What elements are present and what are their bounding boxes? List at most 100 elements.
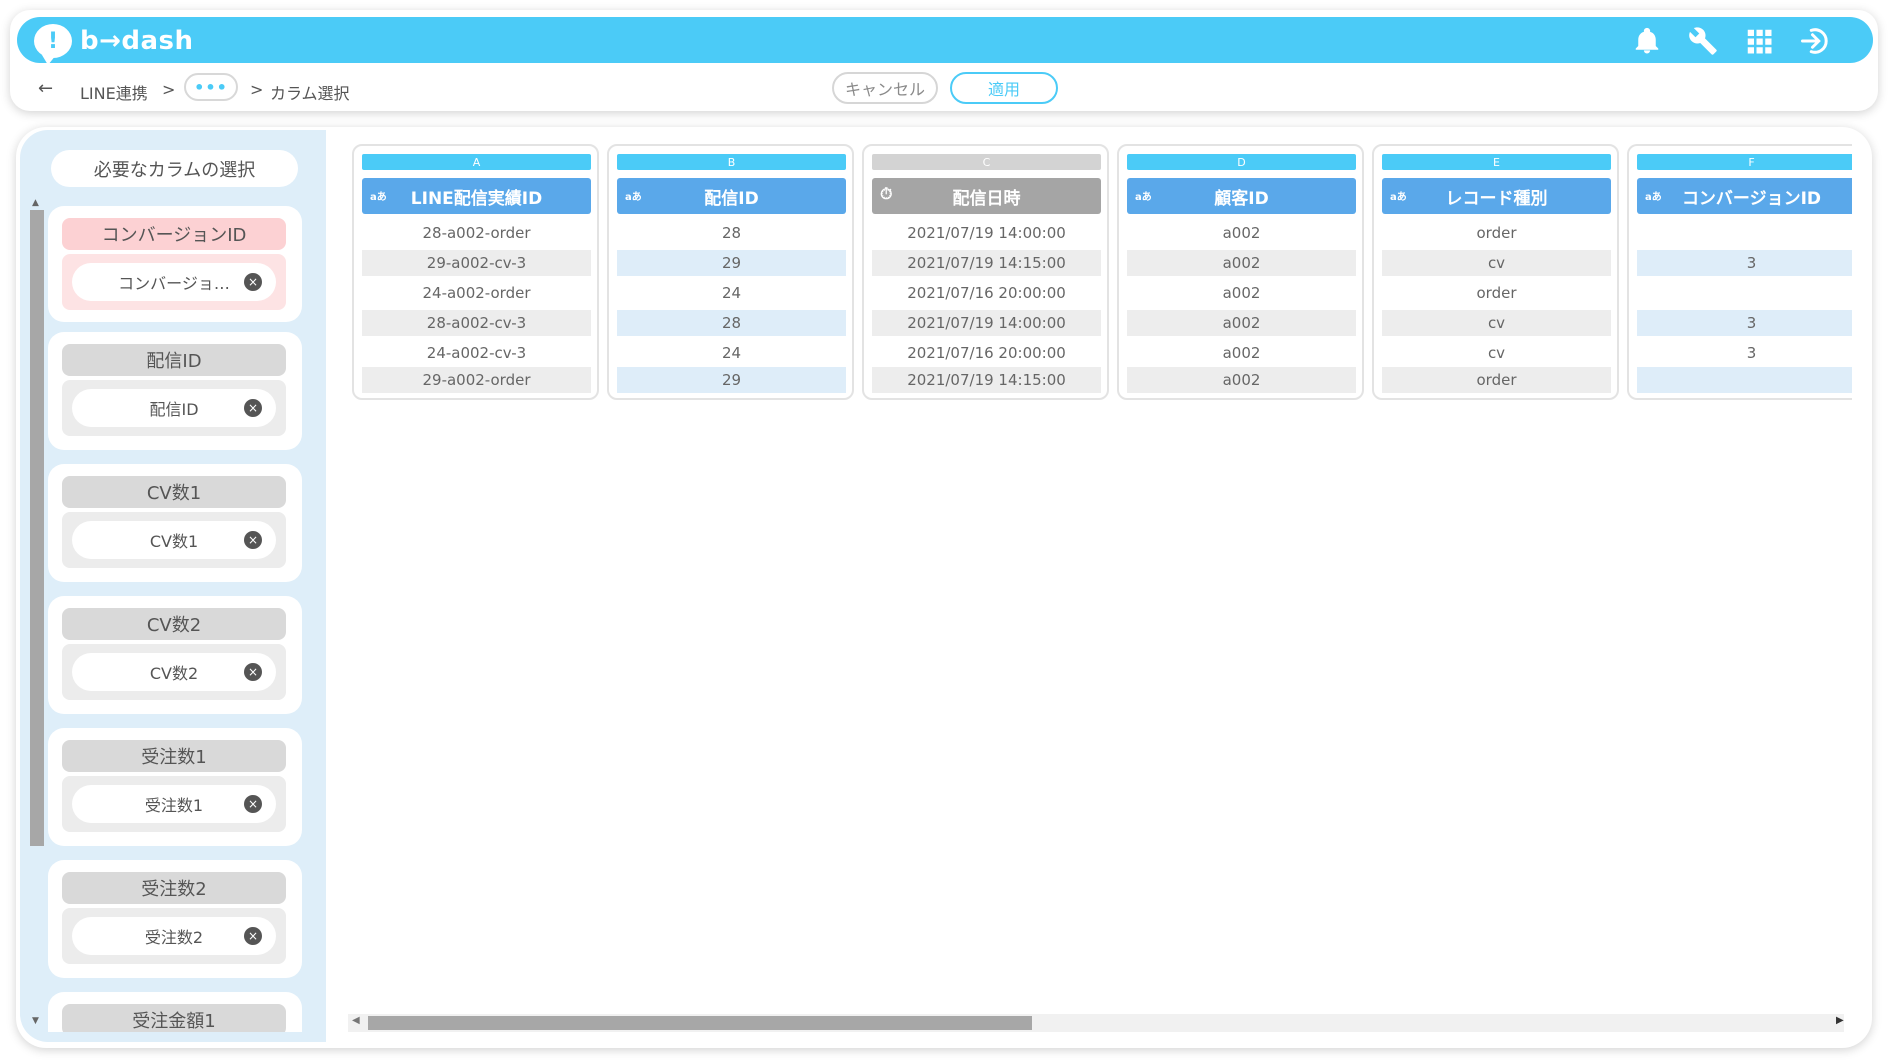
selected-column-chip[interactable]: 受注数2 × xyxy=(72,917,276,955)
column-header-label: LINE配信実績ID xyxy=(410,188,543,209)
table-cell: 28 xyxy=(617,310,846,336)
apply-button[interactable]: 適用 xyxy=(950,72,1058,104)
column-header-label: 配信日時 xyxy=(952,188,1021,209)
table-cell: order xyxy=(1382,367,1611,393)
table-cell: 29 xyxy=(617,367,846,393)
column-card-head: 受注数1 xyxy=(62,740,286,772)
column-card-conversion-id: コンバージョンID コンバージョ… × xyxy=(48,206,302,322)
apps-grid-icon[interactable] xyxy=(1744,26,1774,56)
table-cell: cv xyxy=(1382,310,1611,336)
scroll-right-arrow-icon[interactable]: ▶ xyxy=(1836,1015,1844,1026)
table-cell xyxy=(1637,220,1852,246)
table-cell: 2021/07/19 14:00:00 xyxy=(907,224,1066,242)
breadcrumb-ellipsis-button[interactable]: ••• xyxy=(184,73,238,101)
column-card-head: 受注金額1 xyxy=(62,1004,286,1032)
table-cell: 28 xyxy=(721,224,742,242)
remove-chip-icon[interactable]: × xyxy=(244,795,262,813)
column-drop-zone[interactable]: CV数2 × xyxy=(62,644,286,700)
remove-chip-icon[interactable]: × xyxy=(244,399,262,417)
column-card-cv2: CV数2 CV数2 × xyxy=(48,596,302,714)
required-column-list: コンバージョンID コンバージョ… × 配信ID 配信ID × CV数1 CV数… xyxy=(48,206,306,1032)
column-letter: F xyxy=(1637,154,1852,170)
breadcrumb-row: ← LINE連携 > ••• > カラム選択 キャンセル 適用 xyxy=(0,72,1890,106)
table-cell: 28-a002-order xyxy=(422,224,531,242)
wrench-icon[interactable] xyxy=(1688,26,1718,56)
column-card-head: CV数2 xyxy=(62,608,286,640)
column-card-head: CV数1 xyxy=(62,476,286,508)
text-type-icon: aあ xyxy=(1135,192,1152,203)
column-card-delivery-id: 配信ID 配信ID × xyxy=(48,332,302,450)
column-card-orders1: 受注数1 受注数1 × xyxy=(48,728,302,846)
breadcrumb-item-column-select: カラム選択 xyxy=(270,84,350,103)
remove-chip-icon[interactable]: × xyxy=(244,663,262,681)
breadcrumb-separator: > xyxy=(250,80,264,99)
clock-type-icon: ⏱ xyxy=(880,184,893,203)
column-header[interactable]: aあ 配信ID xyxy=(617,178,846,214)
text-type-icon: aあ xyxy=(1390,192,1407,203)
table-cell: 3 xyxy=(1746,344,1757,362)
table-column-b[interactable]: B aあ 配信ID 28 29 24 28 24 29 xyxy=(607,144,854,400)
selected-column-chip[interactable]: CV数2 × xyxy=(72,653,276,691)
selected-column-chip[interactable]: コンバージョ… × xyxy=(72,263,276,301)
table-cell: cv xyxy=(1382,250,1611,276)
column-header[interactable]: aあ LINE配信実績ID xyxy=(362,178,591,214)
remove-chip-icon[interactable]: × xyxy=(244,273,262,291)
table-column-c[interactable]: C ⏱ 配信日時 2021/07/19 14:00:00 2021/07/19 … xyxy=(862,144,1109,400)
scroll-left-arrow-icon[interactable]: ◀ xyxy=(352,1015,360,1026)
column-drop-zone[interactable]: 受注数2 × xyxy=(62,908,286,964)
scroll-up-arrow-icon[interactable]: ▲ xyxy=(32,198,39,208)
breadcrumb-item-line-integration[interactable]: LINE連携 xyxy=(80,80,148,104)
column-header[interactable]: aあ レコード種別 xyxy=(1382,178,1611,214)
sidebar-title: 必要なカラムの選択 xyxy=(51,150,298,187)
bell-icon[interactable] xyxy=(1632,26,1662,56)
column-header[interactable]: aあ コンバージョンID xyxy=(1637,178,1852,214)
table-cell: 29-a002-order xyxy=(362,367,591,393)
table-cell: a002 xyxy=(1222,284,1261,302)
table-column-e[interactable]: E aあ レコード種別 order cv order cv cv order xyxy=(1372,144,1619,400)
column-drop-zone[interactable]: コンバージョ… × xyxy=(62,254,286,310)
logo-text: b→dash xyxy=(80,26,194,56)
column-header-label: レコード種別 xyxy=(1445,188,1548,209)
scroll-down-arrow-icon[interactable]: ▼ xyxy=(32,1016,39,1026)
logout-icon[interactable] xyxy=(1800,26,1830,56)
column-header[interactable]: aあ 顧客ID xyxy=(1127,178,1356,214)
table-column-d[interactable]: D aあ 顧客ID a002 a002 a002 a002 a002 a002 xyxy=(1117,144,1364,400)
table-cell: 24 xyxy=(721,284,742,302)
table-cell: a002 xyxy=(1222,224,1261,242)
cancel-button[interactable]: キャンセル xyxy=(832,72,938,104)
app-logo[interactable]: ! b→dash xyxy=(34,24,194,65)
remove-chip-icon[interactable]: × xyxy=(244,531,262,549)
table-cell: a002 xyxy=(1127,367,1356,393)
table-cell: cv xyxy=(1487,344,1506,362)
remove-chip-icon[interactable]: × xyxy=(244,927,262,945)
table-column-a[interactable]: A aあ LINE配信実績ID 28-a002-order 29-a002-cv… xyxy=(352,144,599,400)
table-cell: 24-a002-cv-3 xyxy=(426,344,527,362)
selected-column-chip[interactable]: CV数1 × xyxy=(72,521,276,559)
column-drop-zone[interactable]: CV数1 × xyxy=(62,512,286,568)
header-bar xyxy=(17,17,1873,63)
selected-column-chip[interactable]: 配信ID × xyxy=(72,389,276,427)
column-header[interactable]: ⏱ 配信日時 xyxy=(872,178,1101,214)
breadcrumb-separator: > xyxy=(162,80,176,99)
sidebar-scrollbar-thumb[interactable] xyxy=(30,210,44,846)
table-column-f[interactable]: F aあ コンバージョンID 3 3 3 xyxy=(1627,144,1852,400)
table-cell: 2021/07/16 20:00:00 xyxy=(907,284,1066,302)
table-cell: order xyxy=(1476,224,1517,242)
table-cell: 2021/07/19 14:15:00 xyxy=(872,250,1101,276)
back-arrow-icon[interactable]: ← xyxy=(38,78,53,99)
table-cell: 3 xyxy=(1637,250,1852,276)
table-horizontal-scrollbar-thumb[interactable] xyxy=(368,1016,1032,1030)
column-letter: C xyxy=(872,154,1101,170)
column-letter: A xyxy=(362,154,591,170)
logo-speech-bubble-icon: ! xyxy=(34,24,72,65)
text-type-icon: aあ xyxy=(1645,192,1662,203)
selected-column-chip[interactable]: 受注数1 × xyxy=(72,785,276,823)
column-header-label: コンバージョンID xyxy=(1681,188,1822,209)
column-letter: E xyxy=(1382,154,1611,170)
column-header-label: 配信ID xyxy=(704,188,759,209)
column-letter: D xyxy=(1127,154,1356,170)
column-drop-zone[interactable]: 受注数1 × xyxy=(62,776,286,832)
table-cell: 24-a002-order xyxy=(422,284,531,302)
table-cell: 29 xyxy=(617,250,846,276)
column-drop-zone[interactable]: 配信ID × xyxy=(62,380,286,436)
